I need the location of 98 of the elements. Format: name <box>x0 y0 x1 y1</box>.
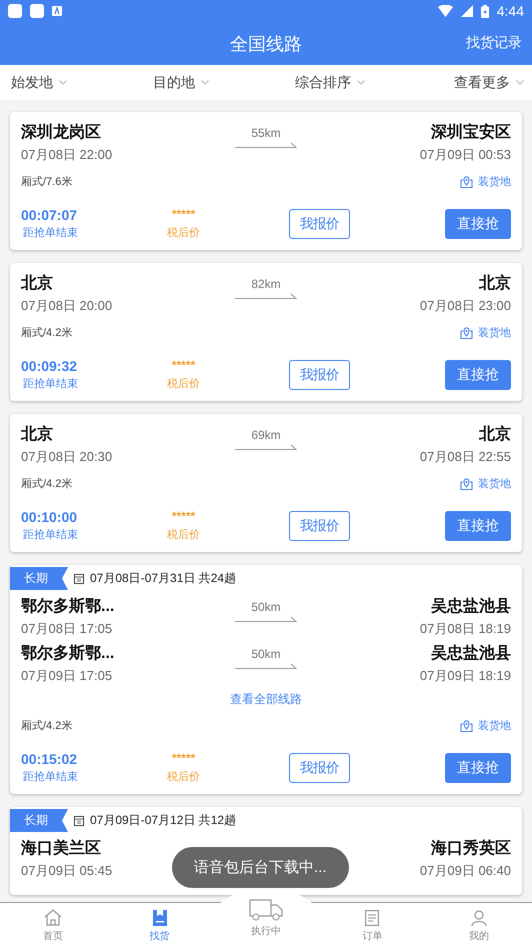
filter-dropdown[interactable]: 综合排序 <box>295 74 447 92</box>
nav-tab[interactable]: 订单 <box>319 903 426 946</box>
countdown-timer: 00:09:32 <box>21 358 78 374</box>
after-tax-label: 税后价 <box>167 770 200 784</box>
arrival-time: 07月08日 23:00 <box>420 297 511 315</box>
distance-text: 82km <box>251 277 281 291</box>
nav-tab[interactable]: 我的 <box>426 903 532 946</box>
loading-place-link[interactable]: 装货地 <box>478 325 511 340</box>
map-pin-icon <box>460 176 473 188</box>
departure-time: 07月08日 20:00 <box>21 297 112 315</box>
destination-city: 北京 <box>479 273 511 294</box>
destination-city: 海口秀英区 <box>431 838 511 859</box>
departure-time: 07月08日 20:30 <box>21 448 112 466</box>
origin-city: 深圳龙岗区 <box>21 122 101 143</box>
chevron-down-icon <box>59 80 67 85</box>
departure-time: 07月08日 22:00 <box>21 146 112 164</box>
origin-city: 鄂尔多斯鄂... <box>21 644 114 664</box>
clock-time: 4:44 <box>496 3 524 19</box>
arrival-time: 07月08日 18:19 <box>420 620 511 638</box>
origin-city: 鄂尔多斯鄂... <box>21 596 114 617</box>
distance-text: 50km <box>251 647 281 661</box>
chevron-down-icon <box>357 80 365 85</box>
countdown-label: 距抢单结束 <box>22 528 79 542</box>
history-link[interactable]: 找货记录 <box>466 34 522 52</box>
long-term-tag: 长期 <box>10 809 68 832</box>
view-all-routes-link[interactable]: 查看全部线路 <box>230 692 302 706</box>
truck-type: 厢式/4.2米 <box>21 477 72 491</box>
masked-price: ***** <box>172 509 196 523</box>
page-title: 全国线路 <box>230 32 302 56</box>
calendar-icon <box>74 574 84 584</box>
keyboard-icon <box>52 6 62 16</box>
app-notification-icon <box>30 4 44 18</box>
schedule-text: 07月08日-07月31日 共24趟 <box>90 570 236 587</box>
quote-button[interactable]: 我报价 <box>289 752 350 782</box>
countdown-timer: 00:07:07 <box>21 207 78 223</box>
countdown-label: 距抢单结束 <box>22 226 79 240</box>
truck-type: 厢式/7.6米 <box>21 175 72 189</box>
distance-text: 50km <box>251 600 281 614</box>
destination-city: 深圳宝安区 <box>431 122 511 143</box>
map-pin-icon <box>460 720 473 732</box>
arrival-time: 07月09日 00:53 <box>420 146 511 164</box>
toast-message: 语音包后台下载中... <box>172 847 349 888</box>
filter-dropdown[interactable]: 始发地 <box>11 74 153 92</box>
arrival-time: 07月09日 06:40 <box>420 862 511 880</box>
loading-place-link[interactable]: 装货地 <box>478 718 511 733</box>
countdown-timer: 00:10:00 <box>21 509 78 525</box>
destination-city: 吴忠盐池县 <box>431 596 511 617</box>
nav-tab[interactable]: 首页 <box>0 903 106 946</box>
loading-place-link[interactable]: 装货地 <box>478 174 511 189</box>
after-tax-label: 税后价 <box>167 528 200 542</box>
schedule-text: 07月09日-07月12日 共12趟 <box>90 812 236 829</box>
truck-icon <box>248 899 283 921</box>
masked-price: ***** <box>172 358 196 372</box>
quote-button[interactable]: 我报价 <box>289 208 350 238</box>
loading-place-link[interactable]: 装货地 <box>478 476 511 491</box>
masked-price: ***** <box>172 751 196 765</box>
grab-order-button[interactable]: 直接抢 <box>445 208 511 238</box>
grab-order-button[interactable]: 直接抢 <box>445 510 511 540</box>
map-pin-icon <box>460 478 473 490</box>
calendar-icon <box>74 816 84 826</box>
battery-icon <box>480 4 489 18</box>
truck-type: 厢式/4.2米 <box>21 326 72 340</box>
long-term-tag: 长期 <box>10 567 68 590</box>
destination-city: 吴忠盐池县 <box>431 643 511 664</box>
truck-type: 厢式/4.2米 <box>21 719 72 733</box>
user-icon <box>470 910 487 926</box>
signal-icon <box>460 5 473 17</box>
departure-time: 07月09日 05:45 <box>21 862 112 880</box>
bookmark-icon <box>152 910 167 926</box>
countdown-label: 距抢单结束 <box>22 377 79 391</box>
arrival-time: 07月08日 22:55 <box>420 448 511 466</box>
arrival-time: 07月09日 18:19 <box>420 667 511 685</box>
countdown-label: 距抢单结束 <box>22 770 79 784</box>
origin-city: 北京 <box>21 273 53 294</box>
home-icon <box>44 909 62 926</box>
origin-city: 海口美兰区 <box>21 838 101 859</box>
origin-city: 北京 <box>21 424 53 445</box>
nav-tab[interactable]: 找货 <box>106 903 213 946</box>
masked-price: ***** <box>172 207 196 221</box>
grab-order-button[interactable]: 直接抢 <box>445 752 511 782</box>
departure-time: 07月09日 17:05 <box>21 667 112 685</box>
quote-button[interactable]: 我报价 <box>289 510 350 540</box>
wifi-icon <box>438 5 453 17</box>
grab-order-button[interactable]: 直接抢 <box>445 360 511 390</box>
quote-button[interactable]: 我报价 <box>289 360 350 390</box>
document-icon <box>365 910 380 926</box>
app-notification-icon <box>8 4 22 18</box>
chevron-down-icon <box>201 80 209 85</box>
departure-time: 07月08日 17:05 <box>21 620 112 638</box>
distance-text: 55km <box>251 126 281 140</box>
after-tax-label: 税后价 <box>167 226 200 240</box>
countdown-timer: 00:15:02 <box>21 751 78 767</box>
filter-dropdown[interactable]: 查看更多 <box>454 74 524 92</box>
after-tax-label: 税后价 <box>167 377 200 391</box>
destination-city: 北京 <box>479 424 511 445</box>
filter-dropdown[interactable]: 目的地 <box>153 74 295 92</box>
map-pin-icon <box>460 326 473 338</box>
distance-text: 69km <box>251 428 281 442</box>
